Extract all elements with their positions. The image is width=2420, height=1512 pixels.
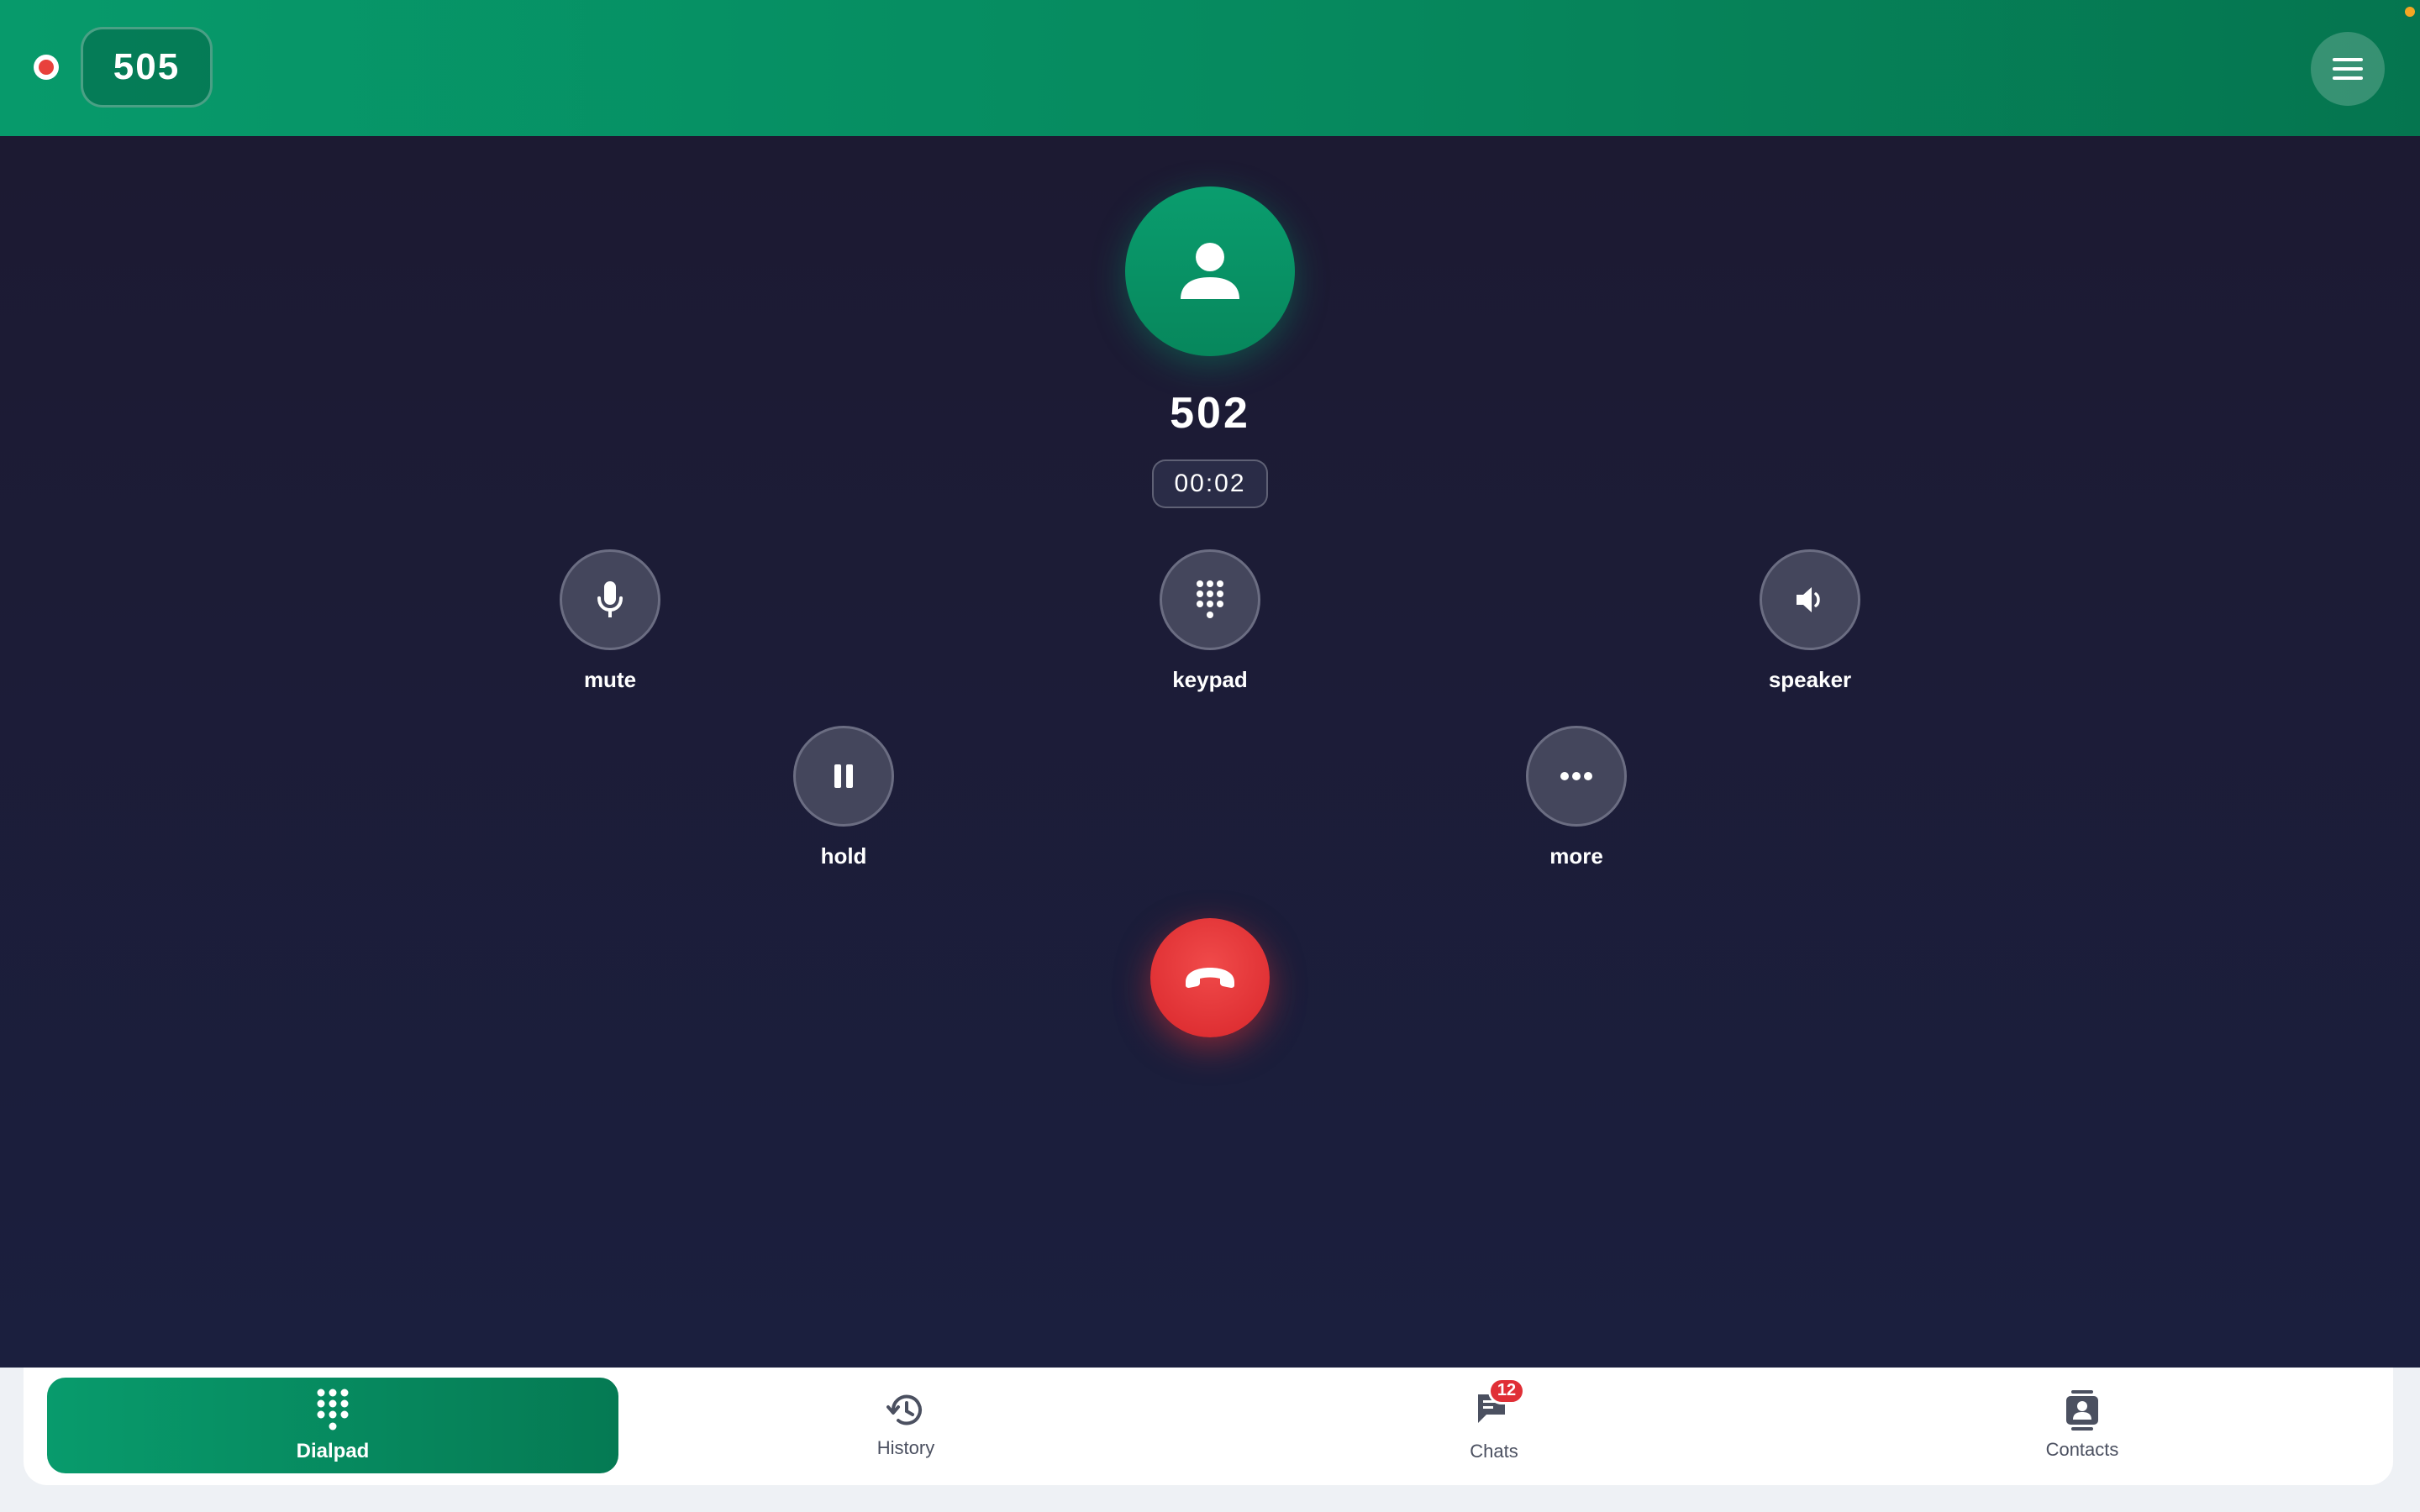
status-indicator bbox=[34, 55, 59, 80]
nav-dialpad-label: Dialpad bbox=[296, 1440, 370, 1462]
caller-avatar bbox=[1125, 186, 1295, 356]
notification-dot bbox=[2405, 7, 2415, 17]
hangup-phone-icon bbox=[1186, 968, 1234, 988]
keypad-label: keypad bbox=[1172, 667, 1248, 692]
call-timer: 00:02 bbox=[1152, 459, 1268, 508]
hangup-button[interactable] bbox=[1150, 918, 1270, 1037]
nav-chats-label: Chats bbox=[1470, 1440, 1518, 1462]
hamburger-menu-icon bbox=[2333, 58, 2363, 80]
person-icon bbox=[1181, 243, 1239, 299]
speaker-button[interactable] bbox=[1760, 549, 1860, 650]
bottom-navigation: Dialpad History 12 Chats Contacts bbox=[0, 1368, 2420, 1512]
caller-number: 502 bbox=[1170, 389, 1250, 438]
more-dots-icon bbox=[1560, 772, 1592, 780]
nav-contacts[interactable]: Contacts bbox=[1830, 1378, 2334, 1473]
speaker-icon bbox=[1797, 587, 1820, 612]
keypad-control[interactable]: keypad bbox=[1126, 549, 1294, 693]
nav-history[interactable]: History bbox=[654, 1378, 1158, 1473]
menu-button[interactable] bbox=[2311, 32, 2385, 106]
nav-chats[interactable]: 12 Chats bbox=[1242, 1377, 1746, 1473]
speaker-control[interactable]: speaker bbox=[1726, 549, 1894, 693]
more-button[interactable] bbox=[1526, 726, 1627, 827]
nav-card: Dialpad History 12 Chats Contacts bbox=[24, 1368, 2393, 1485]
chats-unread-badge: 12 bbox=[1488, 1377, 1525, 1404]
dialpad-icon bbox=[317, 1389, 349, 1431]
microphone-icon bbox=[597, 581, 623, 617]
hold-control[interactable]: hold bbox=[760, 726, 928, 869]
hold-label: hold bbox=[820, 843, 867, 869]
more-label: more bbox=[1549, 843, 1603, 869]
nav-contacts-label: Contacts bbox=[2045, 1439, 2119, 1460]
speaker-label: speaker bbox=[1768, 667, 1852, 692]
top-header: 505 bbox=[0, 0, 2420, 136]
history-icon bbox=[886, 1394, 922, 1425]
chat-icon-wrap: 12 bbox=[1475, 1377, 1525, 1432]
keypad-icon bbox=[1197, 580, 1223, 618]
extension-badge[interactable]: 505 bbox=[81, 27, 213, 108]
nav-history-label: History bbox=[876, 1437, 935, 1458]
more-control[interactable]: more bbox=[1492, 726, 1660, 869]
mute-button[interactable] bbox=[560, 549, 660, 650]
contacts-icon bbox=[2066, 1390, 2098, 1431]
keypad-button[interactable] bbox=[1160, 549, 1260, 650]
nav-dialpad[interactable]: Dialpad bbox=[47, 1378, 618, 1473]
pause-icon bbox=[834, 764, 853, 788]
mute-label: mute bbox=[583, 667, 637, 692]
hold-button[interactable] bbox=[793, 726, 894, 827]
mute-control[interactable]: mute bbox=[526, 549, 694, 693]
